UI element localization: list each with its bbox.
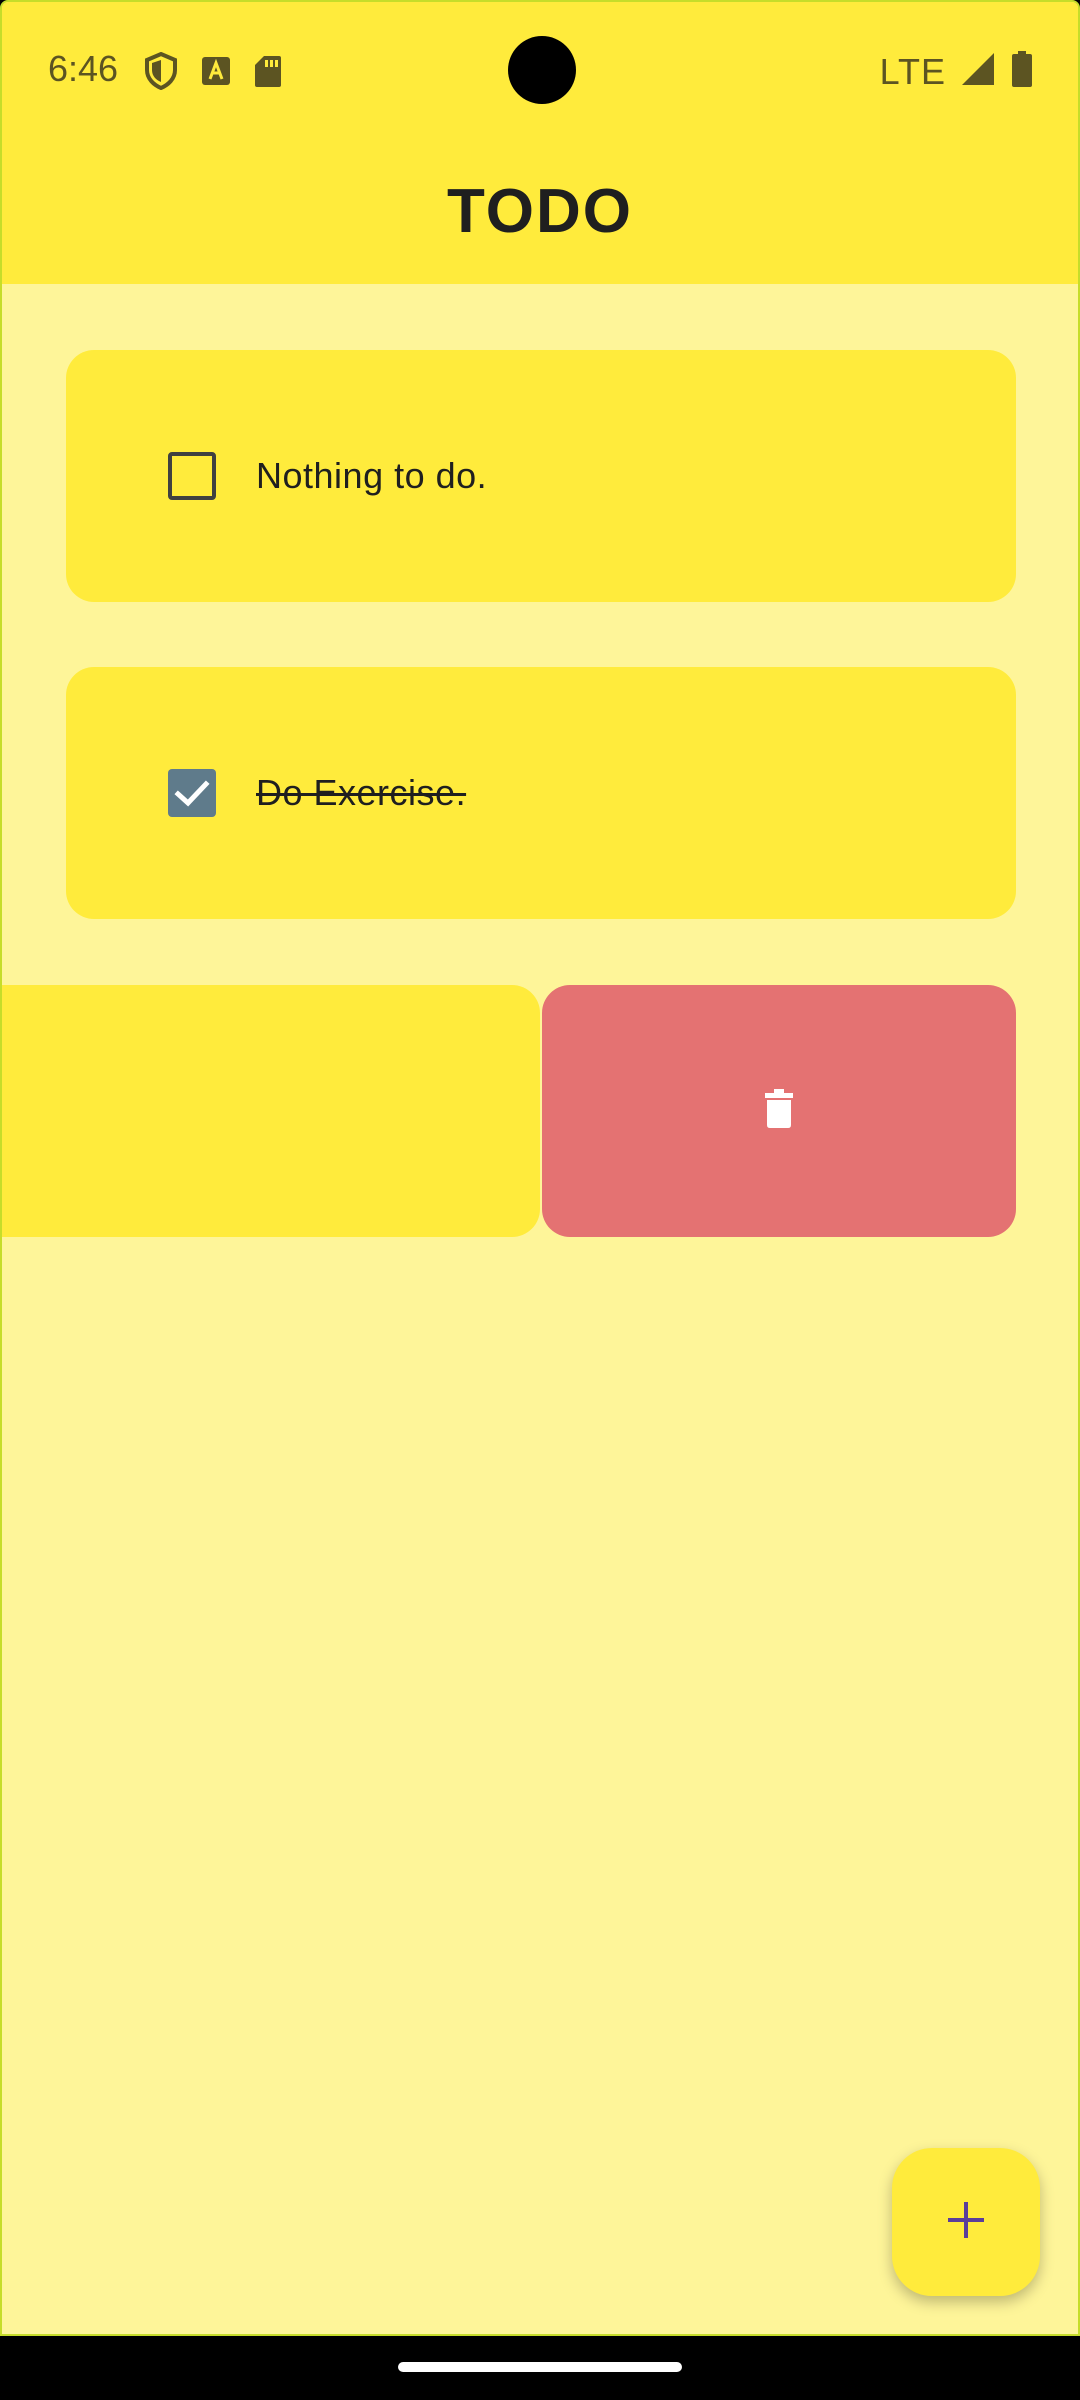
todo-label: Do Exercise. [256, 772, 467, 813]
status-icons-left [144, 51, 282, 95]
font-a-icon [200, 55, 232, 92]
todo-item[interactable]: Nothing to do. [66, 350, 1016, 602]
trash-icon [764, 1088, 794, 1134]
add-todo-button[interactable] [892, 2148, 1040, 2296]
network-type: LTE [879, 50, 946, 92]
todo-label: Nothing to do. [256, 455, 488, 496]
todo-checkbox-checked[interactable] [168, 769, 216, 817]
delete-action[interactable] [542, 985, 1016, 1237]
todo-checkbox[interactable] [168, 452, 216, 500]
signal-icon [960, 51, 996, 92]
status-time: 6:46 [48, 48, 119, 89]
battery-icon [1010, 50, 1034, 93]
plus-icon [944, 2198, 988, 2247]
sd-card-icon [254, 54, 282, 93]
app-window: 6:46 LTE TODO Nothing to do. Do Exercise… [0, 0, 1080, 2336]
page-title: TODO [447, 176, 633, 246]
todo-item[interactable]: Do Exercise. [66, 667, 1016, 919]
status-bar: 6:46 LTE [2, 2, 1078, 138]
phone-screen: 6:46 LTE TODO Nothing to do. Do Exercise… [0, 0, 1080, 2400]
shield-icon [144, 51, 178, 95]
status-icons-right: LTE [880, 50, 1034, 93]
home-indicator[interactable] [398, 2362, 682, 2372]
check-icon [174, 780, 210, 807]
app-bar: TODO [2, 138, 1078, 284]
todo-item-swiped[interactable] [2, 985, 540, 1237]
camera-cutout [508, 36, 576, 104]
